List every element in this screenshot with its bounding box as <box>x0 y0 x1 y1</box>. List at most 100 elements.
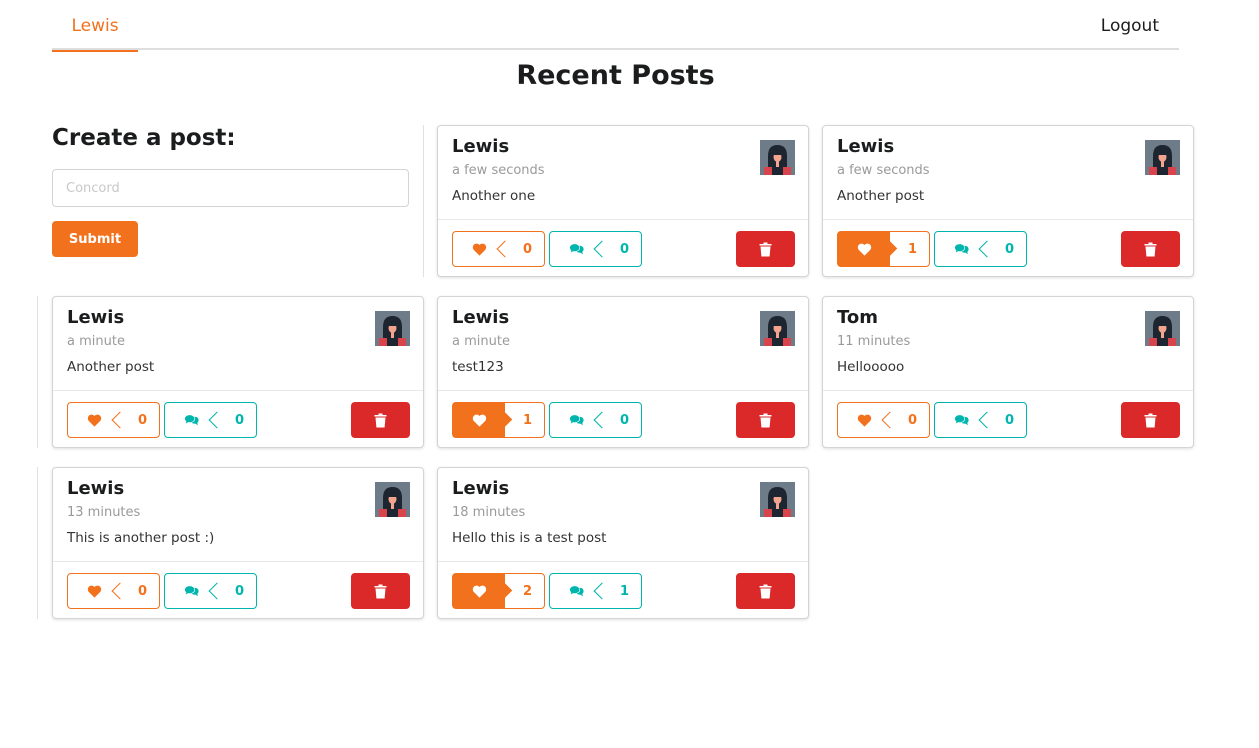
like-count: 2 <box>522 583 533 599</box>
post-text: Hellooooo <box>837 359 905 375</box>
heart-icon <box>472 585 486 598</box>
logout-link[interactable]: Logout <box>1101 0 1159 50</box>
post-text: This is another post :) <box>67 530 215 546</box>
heart-icon <box>472 414 486 427</box>
post-card: Tom 11 minutes Hellooooo 0 0 <box>822 296 1194 448</box>
post-time: 18 minutes <box>452 505 526 520</box>
trash-icon <box>1144 242 1157 256</box>
like-button[interactable]: 1 <box>837 231 930 267</box>
post-card: Lewis a minute Another post 0 0 <box>52 296 424 448</box>
comment-count: 0 <box>1004 412 1015 428</box>
comment-button[interactable]: 0 <box>164 402 257 438</box>
post-author: Lewis <box>837 136 895 157</box>
delete-button[interactable] <box>351 573 410 609</box>
post-text: Another post <box>837 188 925 204</box>
post-card: Lewis a few seconds Another one 0 0 <box>437 125 809 277</box>
heart-icon <box>87 585 101 598</box>
trash-icon <box>759 413 772 427</box>
avatar <box>760 482 795 517</box>
comments-icon <box>568 584 584 596</box>
delete-button[interactable] <box>736 402 795 438</box>
like-button[interactable]: 0 <box>452 231 545 267</box>
comment-count: 0 <box>619 412 630 428</box>
avatar <box>1145 140 1180 175</box>
heart-icon <box>87 414 101 427</box>
like-button[interactable]: 2 <box>452 573 545 609</box>
like-count: 1 <box>907 241 918 257</box>
post-author: Lewis <box>67 478 125 499</box>
post-text: Another one <box>452 188 536 204</box>
post-card: Lewis 13 minutes This is another post :)… <box>52 467 424 619</box>
card-divider <box>823 219 1193 220</box>
trash-icon <box>759 584 772 598</box>
column-divider <box>37 467 38 619</box>
post-time: a few seconds <box>452 163 545 178</box>
post-author: Tom <box>837 307 879 328</box>
avatar <box>760 140 795 175</box>
comment-button[interactable]: 0 <box>549 231 642 267</box>
post-time: 13 minutes <box>67 505 141 520</box>
comment-count: 0 <box>234 412 245 428</box>
comment-button[interactable]: 0 <box>934 231 1027 267</box>
comment-count: 0 <box>1004 241 1015 257</box>
like-button[interactable]: 0 <box>67 573 160 609</box>
comments-icon <box>568 413 584 425</box>
delete-button[interactable] <box>736 573 795 609</box>
comment-button[interactable]: 0 <box>164 573 257 609</box>
create-post-title: Create a post: <box>52 125 236 151</box>
trash-icon <box>374 584 387 598</box>
like-count: 0 <box>907 412 918 428</box>
top-menu: Lewis Logout <box>52 0 1179 52</box>
comment-button[interactable]: 0 <box>549 402 642 438</box>
heart-icon <box>857 414 871 427</box>
comment-button[interactable]: 0 <box>934 402 1027 438</box>
card-divider <box>438 561 808 562</box>
card-divider <box>823 390 1193 391</box>
card-divider <box>53 390 423 391</box>
comment-count: 0 <box>234 583 245 599</box>
like-count: 0 <box>137 412 148 428</box>
like-count: 0 <box>522 241 533 257</box>
like-count: 1 <box>522 412 533 428</box>
post-time: a minute <box>67 334 125 349</box>
post-author: Lewis <box>452 307 510 328</box>
post-time: a minute <box>452 334 510 349</box>
comments-icon <box>183 413 199 425</box>
post-text: test123 <box>452 359 504 375</box>
delete-button[interactable] <box>1121 231 1180 267</box>
heart-icon <box>472 243 486 256</box>
column-divider <box>37 296 38 448</box>
like-button[interactable]: 0 <box>837 402 930 438</box>
create-post-form: Create a post: Submit <box>52 125 424 277</box>
menu-item-user[interactable]: Lewis <box>52 0 138 52</box>
comment-button[interactable]: 1 <box>549 573 642 609</box>
trash-icon <box>759 242 772 256</box>
avatar <box>760 311 795 346</box>
page-title: Recent Posts <box>516 60 715 91</box>
like-button[interactable]: 1 <box>452 402 545 438</box>
post-card: Lewis a few seconds Another post 1 0 <box>822 125 1194 277</box>
avatar <box>375 311 410 346</box>
trash-icon <box>374 413 387 427</box>
comment-count: 1 <box>619 583 630 599</box>
post-author: Lewis <box>452 478 510 499</box>
post-text: Another post <box>67 359 155 375</box>
post-card: Lewis a minute test123 1 0 <box>437 296 809 448</box>
card-divider <box>438 390 808 391</box>
delete-button[interactable] <box>1121 402 1180 438</box>
comments-icon <box>183 584 199 596</box>
post-input[interactable] <box>52 169 409 207</box>
like-count: 0 <box>137 583 148 599</box>
post-card: Lewis 18 minutes Hello this is a test po… <box>437 467 809 619</box>
post-time: 11 minutes <box>837 334 911 349</box>
delete-button[interactable] <box>351 402 410 438</box>
post-author: Lewis <box>452 136 510 157</box>
comments-icon <box>953 413 969 425</box>
avatar <box>1145 311 1180 346</box>
submit-button[interactable]: Submit <box>52 221 138 257</box>
trash-icon <box>1144 413 1157 427</box>
post-author: Lewis <box>67 307 125 328</box>
comments-icon <box>953 242 969 254</box>
delete-button[interactable] <box>736 231 795 267</box>
like-button[interactable]: 0 <box>67 402 160 438</box>
